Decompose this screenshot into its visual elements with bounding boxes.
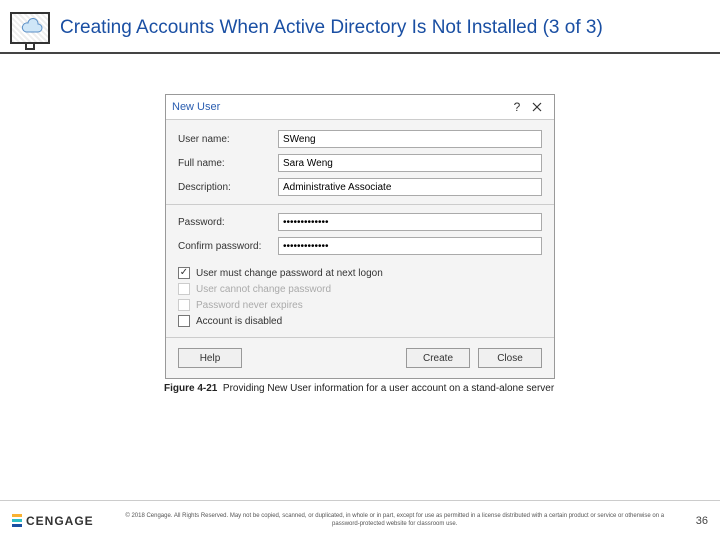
brand-text: CENGAGE: [26, 514, 94, 528]
checkbox-icon: [178, 299, 190, 311]
dialog-titlebar: New User ?: [166, 95, 554, 120]
description-label: Description:: [178, 182, 278, 193]
page-number: 36: [696, 515, 708, 527]
checkbox-account-disabled[interactable]: Account is disabled: [178, 315, 542, 327]
checkbox-label: User cannot change password: [196, 284, 331, 295]
help-button[interactable]: Help: [178, 348, 242, 368]
checkbox-must-change[interactable]: User must change password at next logon: [178, 267, 542, 279]
close-button[interactable]: Close: [478, 348, 542, 368]
dialog-help-button[interactable]: ?: [508, 100, 526, 114]
figure-text: Providing New User information for a use…: [223, 383, 554, 394]
confirm-password-label: Confirm password:: [178, 241, 278, 252]
username-input[interactable]: [278, 130, 542, 148]
page-title: Creating Accounts When Active Directory …: [60, 17, 603, 39]
brand-logo: CENGAGE: [12, 514, 94, 528]
slide-header: Creating Accounts When Active Directory …: [0, 0, 720, 54]
checkbox-cannot-change: User cannot change password: [178, 283, 542, 295]
checkbox-label: User must change password at next logon: [196, 268, 383, 279]
close-icon[interactable]: [526, 99, 548, 115]
checkbox-label: Password never expires: [196, 300, 303, 311]
dialog-title: New User: [172, 101, 508, 113]
slide-footer: CENGAGE © 2018 Cengage. All Rights Reser…: [0, 500, 720, 540]
checkbox-never-expires: Password never expires: [178, 299, 542, 311]
cloud-monitor-icon: [10, 12, 50, 44]
checkbox-icon: [178, 315, 190, 327]
username-label: User name:: [178, 134, 278, 145]
checkbox-icon: [178, 267, 190, 279]
fullname-input[interactable]: [278, 154, 542, 172]
brand-bars-icon: [12, 514, 22, 527]
figure-caption: Figure 4-21 Providing New User informati…: [164, 383, 720, 394]
checkbox-label: Account is disabled: [196, 316, 282, 327]
copyright-text: © 2018 Cengage. All Rights Reserved. May…: [94, 513, 696, 529]
description-input[interactable]: [278, 178, 542, 196]
fullname-label: Full name:: [178, 158, 278, 169]
new-user-dialog: New User ? User name: Full name: Descrip…: [165, 94, 555, 379]
password-label: Password:: [178, 217, 278, 228]
confirm-password-input[interactable]: [278, 237, 542, 255]
create-button[interactable]: Create: [406, 348, 470, 368]
figure-number: Figure 4-21: [164, 383, 217, 394]
checkbox-icon: [178, 283, 190, 295]
password-input[interactable]: [278, 213, 542, 231]
